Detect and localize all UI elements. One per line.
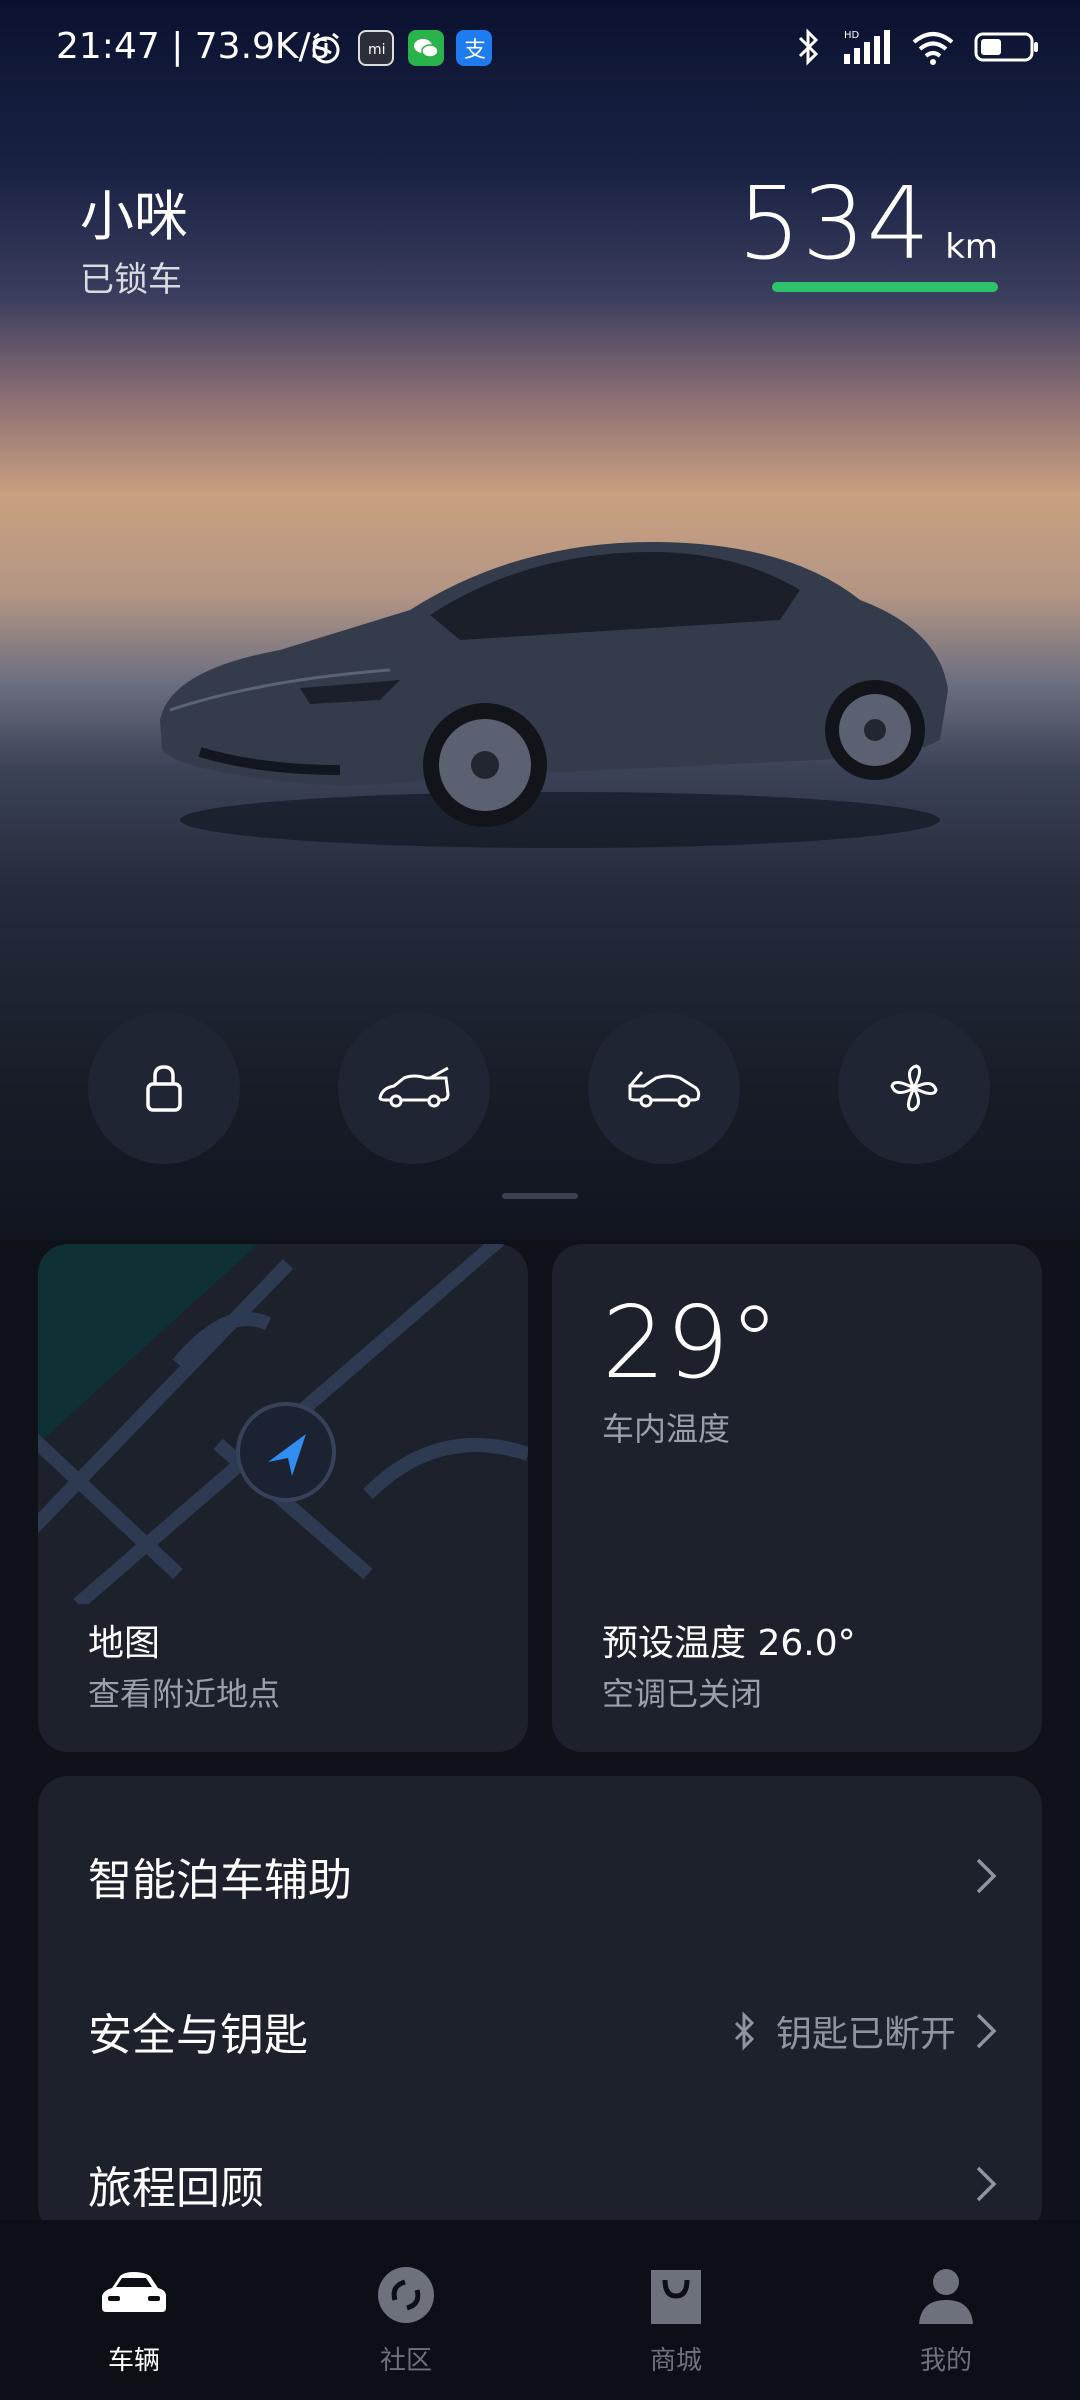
lock-icon [146,1065,182,1112]
vehicle-name: 小咪 [80,185,188,248]
drag-handle[interactable] [502,1193,578,1199]
tab-profile[interactable]: 我的 [856,2220,1036,2400]
menu-item-label: 安全与钥匙 [88,2010,308,2061]
menu-item-security-keys[interactable]: 安全与钥匙 钥匙已断开 [88,1981,998,2081]
tab-vehicle[interactable]: 车辆 [44,2220,224,2400]
svg-text:HD: HD [844,30,860,41]
status-time: 21:47 | 73.9K/s [56,26,330,67]
ac-status: 空调已关闭 [602,1675,763,1713]
mi-icon: mi [358,30,394,66]
range-display: 534 km [737,165,998,282]
tab-store[interactable]: 商城 [586,2220,766,2400]
frunk-icon [628,1071,701,1108]
tab-label: 社区 [379,2346,432,2376]
climate-card[interactable]: 29° 车内温度 预设温度 26.0° 空调已关闭 [552,1244,1042,1752]
trunk-button[interactable] [338,1012,490,1164]
svg-text:mi: mi [368,42,386,58]
bluetooth-icon [734,2011,755,2051]
tab-label: 我的 [919,2346,972,2376]
hd-signal-icon: HD [844,30,890,64]
battery-icon [974,32,1038,62]
key-status: 钥匙已断开 [775,2014,956,2055]
lock-button[interactable] [88,1012,240,1164]
bluetooth-icon [798,28,819,66]
trunk-icon [378,1066,450,1108]
cabin-temperature-label: 车内温度 [602,1410,731,1448]
preset-temperature: 预设温度 26.0° [602,1623,856,1664]
tab-label: 车辆 [107,2346,160,2376]
person-icon [919,2269,973,2324]
status-bar: 21:47 | 73.9K/s mi 支 HD [0,0,1080,100]
fan-button[interactable] [838,1012,990,1164]
menu-item-label: 智能泊车辅助 [88,1855,352,1906]
map-card[interactable]: 地图 查看附近地点 [38,1244,528,1752]
car-image [160,541,948,848]
menu-item-parking-assist[interactable]: 智能泊车辅助 [88,1826,998,1926]
range-unit: km [945,227,998,267]
map-title: 地图 [88,1623,161,1664]
alipay-icon: 支 [456,30,492,66]
menu-list: 智能泊车辅助 安全与钥匙 钥匙已断开 旅程回顾 [38,1776,1042,2236]
shopping-bag-icon [651,2270,701,2324]
map-subtitle: 查看附近地点 [88,1675,281,1713]
car-icon [102,2272,166,2312]
chevron-right-icon [976,2013,997,2049]
chevron-right-icon [976,1858,997,1894]
bottom-tab-bar: 车辆 社区 商城 我的 [0,2220,1080,2400]
tab-label: 商城 [649,2346,702,2376]
tab-community[interactable]: 社区 [316,2220,496,2400]
range-value: 534 [737,165,932,282]
alarm-icon [308,30,344,66]
status-right: HD [794,28,1040,66]
map-graphic [38,1244,528,1604]
community-icon [378,2267,434,2323]
fan-icon [890,1064,938,1112]
cabin-temperature: 29° [602,1284,780,1401]
menu-item-trip-review[interactable]: 旅程回顾 [88,2134,998,2234]
frunk-button[interactable] [588,1012,740,1164]
svg-text:支: 支 [464,38,486,63]
lock-status: 已锁车 [80,260,182,300]
wechat-icon [408,30,444,66]
wifi-icon [912,32,954,65]
menu-item-label: 旅程回顾 [88,2163,264,2214]
range-bar [772,282,998,292]
chevron-right-icon [976,2166,997,2202]
